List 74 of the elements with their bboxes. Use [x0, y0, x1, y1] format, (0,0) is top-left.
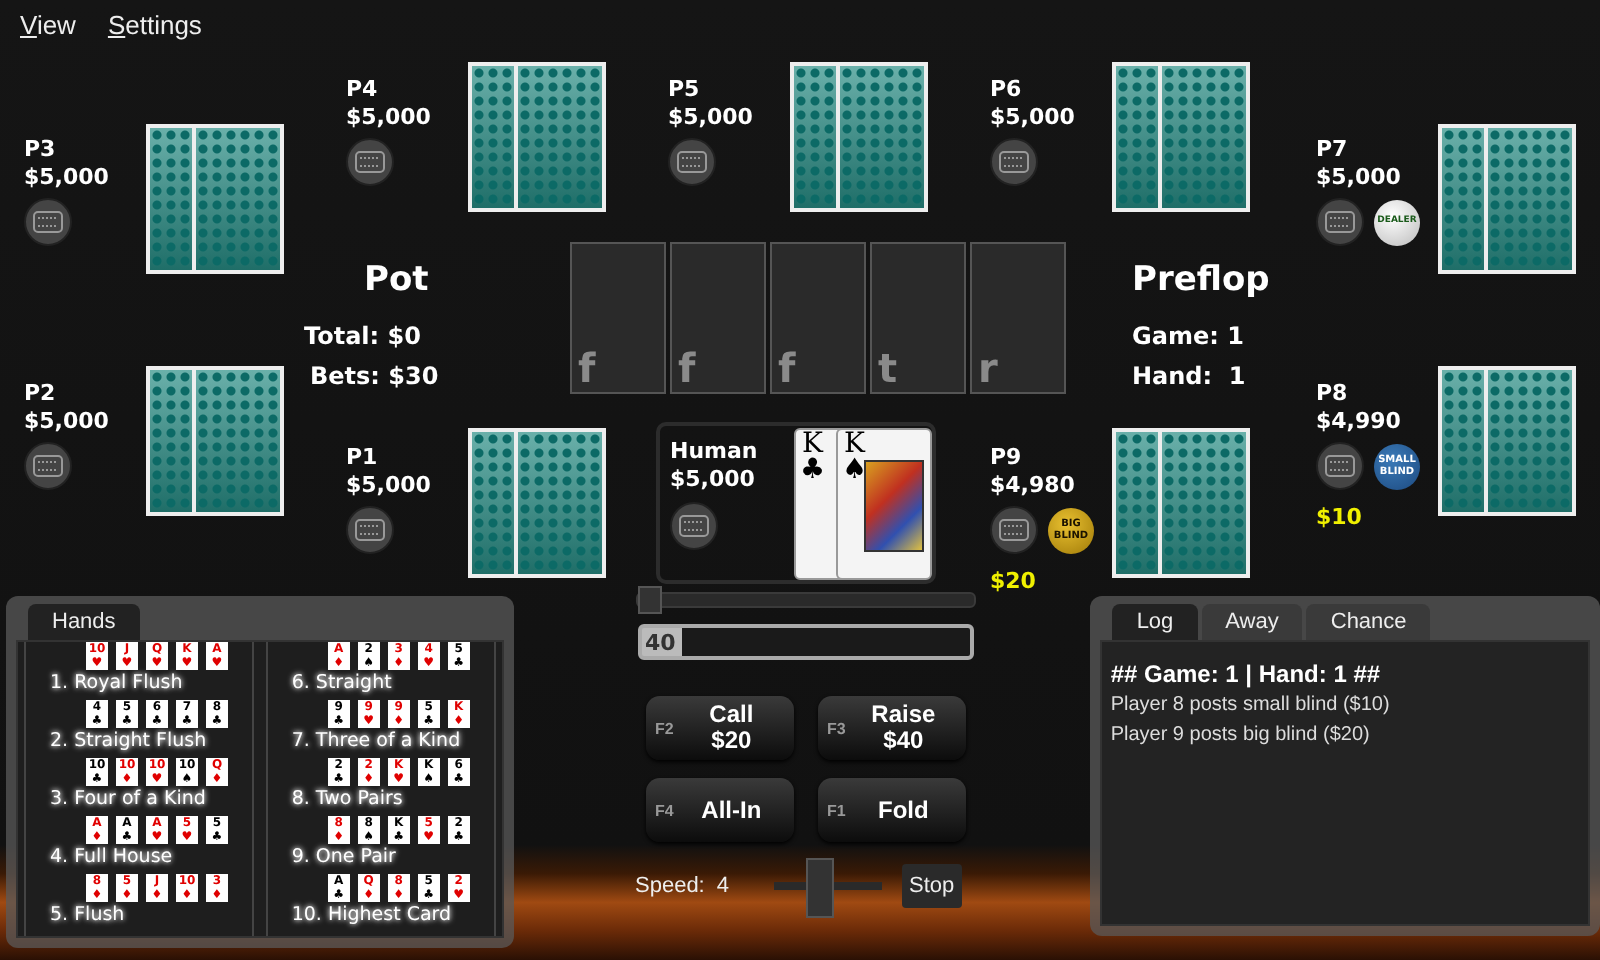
panel-tab[interactable]: Chance [1306, 604, 1431, 640]
player-name: P4 [346, 76, 380, 104]
chip-icon [668, 138, 716, 186]
hand-rank-label: 10. Highest Card [291, 902, 454, 928]
action-button[interactable]: F3 Raise $40 [817, 696, 965, 760]
chip-icon [990, 138, 1038, 186]
player-name: P2 [24, 380, 58, 408]
card-slot: t [870, 242, 966, 394]
speed-value: 4 [716, 874, 729, 898]
bet-input-field[interactable]: 40 [637, 624, 973, 660]
hand-rank-label: 9. One Pair [291, 844, 398, 870]
bet-amount: $10 [1316, 504, 1364, 530]
player-stack: $5,000 [24, 164, 109, 192]
card-slot: r [970, 242, 1066, 394]
action-button[interactable]: F1 Fold [817, 778, 965, 842]
card-slot: f [570, 242, 666, 394]
speed-label: Speed: [635, 874, 705, 898]
menu-item[interactable]: View [20, 9, 76, 39]
pot-bets: Bets: $30 [310, 360, 439, 394]
log-entry: ## Game: 1 | Hand: 1 ## [1110, 658, 1383, 692]
chip-icon [1316, 198, 1364, 246]
card-slot: f [670, 242, 766, 394]
hand-rank-label: 7. Three of a Kind [291, 728, 463, 754]
slider-thumb[interactable] [806, 858, 835, 918]
player-name: P5 [668, 76, 702, 104]
player-name: P9 [990, 444, 1024, 472]
hand-rank-label: 1. Royal Flush [50, 670, 185, 696]
game-number: Game: 1 [1132, 320, 1244, 354]
player-name: P7 [1316, 136, 1350, 164]
player-stack: $5,000 [346, 472, 431, 500]
hand-number: Hand: 1 [1132, 360, 1246, 394]
player-name: P1 [346, 444, 380, 472]
hand-rank-label: 2. Straight Flush [50, 728, 209, 754]
hand-rank-label: 3. Four of a Kind [50, 786, 208, 812]
action-button[interactable]: F2 Call $20 [645, 696, 793, 760]
menu-item[interactable]: Settings [107, 9, 202, 39]
panel-tab[interactable]: Log [1112, 604, 1198, 640]
round-title: Preflop [1132, 258, 1270, 304]
chip-icon [990, 506, 1038, 554]
bet-amount: $20 [990, 568, 1038, 594]
hand-rank-label: 4. Full House [50, 844, 175, 870]
player-stack: $5,000 [24, 408, 109, 436]
hands-tab[interactable]: Hands [28, 604, 140, 640]
player-name: P6 [990, 76, 1024, 104]
hand-rank-label: 6. Straight [291, 670, 394, 696]
player-stack: $5,000 [346, 104, 431, 132]
hand-rank-label: 8. Two Pairs [291, 786, 405, 812]
panel-tab[interactable]: Away [1201, 604, 1303, 640]
player-stack: $5,000 [990, 104, 1075, 132]
pot-title: Pot [364, 258, 429, 304]
bet-slider[interactable] [635, 592, 975, 608]
player-stack: $5,000 [670, 466, 757, 494]
player-name: P3 [24, 136, 58, 164]
player-stack: $5,000 [668, 104, 753, 132]
slider-thumb[interactable] [637, 586, 661, 614]
chip-icon [670, 502, 718, 550]
player-stack: $5,000 [1316, 164, 1403, 192]
player-stack: $4,990 [1316, 408, 1403, 436]
player-name: Human [670, 438, 760, 466]
stop-button[interactable]: Stop [901, 864, 963, 908]
chip-icon [24, 442, 72, 490]
player-stack: $4,980 [990, 472, 1077, 500]
log-entry: Player 9 posts big blind ($20) [1110, 721, 1372, 749]
playing-card: K ♠ [836, 428, 932, 580]
chip-icon [1316, 442, 1364, 490]
chip-icon [24, 198, 72, 246]
action-button[interactable]: F4 All-In [645, 778, 793, 842]
card-slot: f [770, 242, 866, 394]
hand-rank-label: 5. Flush [50, 902, 127, 928]
pot-total: Total: $0 [304, 320, 421, 354]
chip-icon [346, 138, 394, 186]
log-entry: Player 8 posts small blind ($10) [1110, 692, 1392, 720]
player-name: P8 [1316, 380, 1350, 408]
chip-icon [346, 506, 394, 554]
